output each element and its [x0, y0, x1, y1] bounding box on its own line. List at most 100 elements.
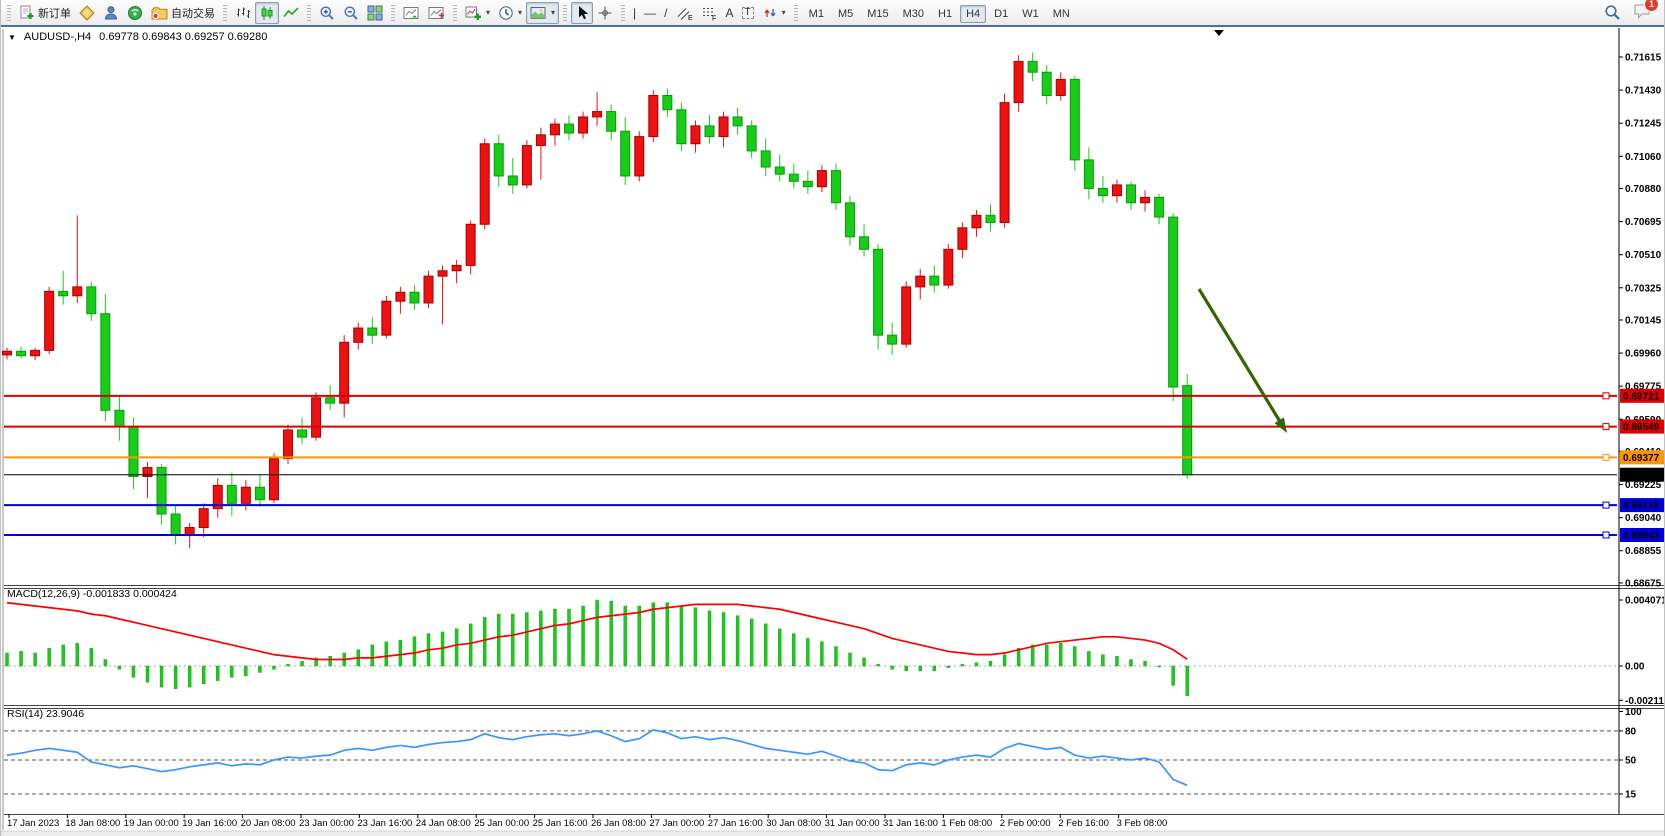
- toolbar-gripper[interactable]: [223, 5, 227, 21]
- candle: [115, 410, 124, 426]
- tf-button-M5[interactable]: M5: [832, 5, 859, 23]
- chat-button[interactable]: 1: [1633, 2, 1652, 24]
- toolbar-right: 1: [1604, 2, 1662, 24]
- hline-handle[interactable]: [1603, 393, 1609, 399]
- macd-histogram-bar: [582, 606, 585, 666]
- hline-handle[interactable]: [1603, 532, 1609, 538]
- bar-chart-icon: [235, 5, 251, 21]
- tf-button-D1[interactable]: D1: [988, 5, 1014, 23]
- crosshair-tool-button[interactable]: [593, 2, 617, 24]
- scroll-position-marker[interactable]: [1214, 30, 1224, 36]
- search-icon[interactable]: [1604, 4, 1621, 21]
- tf-button-W1[interactable]: W1: [1016, 5, 1045, 23]
- toolbar-gripper[interactable]: [391, 5, 395, 21]
- data-window-button[interactable]: [99, 2, 123, 24]
- price-tick-label: 0.71430: [1625, 86, 1662, 97]
- fibonacci-tool-button[interactable]: F: [697, 2, 722, 24]
- annotation-arrow-head[interactable]: [1274, 417, 1287, 433]
- bar-chart-button[interactable]: [231, 2, 255, 24]
- hline-handle[interactable]: [1603, 454, 1609, 460]
- toolbar-gripper[interactable]: [621, 5, 625, 21]
- macd-histogram-bar: [863, 658, 866, 666]
- price-tick-label: 0.70695: [1625, 217, 1662, 228]
- candle: [410, 292, 419, 303]
- price-badge-label: 0.69280: [1623, 470, 1660, 481]
- macd-histogram-bar: [62, 645, 65, 666]
- zoom-out-button[interactable]: [339, 2, 363, 24]
- toolbar-gripper[interactable]: [7, 5, 11, 21]
- text-tool-button[interactable]: A: [722, 2, 738, 24]
- indicators-button[interactable]: ▾: [461, 2, 494, 24]
- templates-button[interactable]: ▾: [526, 2, 559, 24]
- channel-tool-button[interactable]: E: [672, 2, 697, 24]
- toolbar-gripper[interactable]: [453, 5, 457, 21]
- candle: [831, 171, 840, 203]
- candle: [312, 398, 321, 437]
- annotation-arrow-line[interactable]: [1199, 289, 1281, 423]
- candle: [1169, 217, 1178, 387]
- vertical-line-tool-button[interactable]: |: [629, 2, 640, 24]
- candle: [508, 176, 517, 185]
- candlestick-chart-button[interactable]: [255, 2, 279, 24]
- candle: [775, 167, 784, 174]
- macd-histogram-bar: [230, 666, 233, 677]
- macd-histogram-bar: [385, 642, 388, 666]
- auto-scroll-icon: [403, 5, 420, 21]
- zoom-in-button[interactable]: [315, 2, 339, 24]
- macd-histogram-bar: [1172, 666, 1175, 685]
- tf-button-H4[interactable]: H4: [960, 5, 986, 23]
- candle: [986, 215, 995, 222]
- date-label: 1 Feb 08:00: [941, 818, 992, 829]
- macd-histogram-bar: [1003, 655, 1006, 666]
- macd-histogram-bar: [90, 648, 93, 666]
- tf-button-MN[interactable]: MN: [1047, 5, 1076, 23]
- trendline-tool-button[interactable]: /: [660, 2, 671, 24]
- hline-handle[interactable]: [1603, 502, 1609, 508]
- cursor-tool-button[interactable]: [571, 2, 593, 24]
- periods-button[interactable]: ▾: [494, 2, 526, 24]
- macd-histogram-bar: [160, 666, 163, 687]
- hline-handle[interactable]: [1603, 424, 1609, 430]
- tf-button-M15[interactable]: M15: [861, 5, 894, 23]
- tf-button-M30[interactable]: M30: [897, 5, 930, 23]
- horizontal-line-tool-button[interactable]: —: [640, 2, 660, 24]
- chart-area[interactable]: 0.716150.714300.712450.710600.708800.706…: [1, 27, 1664, 836]
- macd-histogram-bar: [1087, 651, 1090, 666]
- line-chart-button[interactable]: [279, 2, 303, 24]
- arrows-tool-button[interactable]: ▾: [758, 2, 790, 24]
- auto-scroll-button[interactable]: [399, 2, 424, 24]
- candle: [326, 398, 335, 403]
- macd-histogram-bar: [371, 645, 374, 666]
- candle: [1084, 160, 1093, 189]
- market-watch-button[interactable]: [75, 2, 99, 24]
- toolbar-gripper[interactable]: [563, 5, 567, 21]
- candle: [719, 117, 728, 137]
- strategy-tester-button[interactable]: [123, 2, 147, 24]
- new-order-button[interactable]: 新订单: [15, 2, 75, 24]
- macd-histogram-bar: [202, 666, 205, 684]
- date-label: 23 Jan 00:00: [299, 818, 354, 829]
- chart-title-symbol: AUDUSD-,H4: [24, 31, 91, 43]
- autotrade-button[interactable]: 自动交易: [147, 2, 219, 24]
- toolbar-gripper[interactable]: [794, 5, 798, 21]
- macd-histogram-bar: [258, 666, 261, 672]
- rsi-tick-label: 50: [1625, 756, 1637, 767]
- price-badge-label: 0.69549: [1623, 422, 1660, 433]
- candle: [972, 215, 981, 228]
- price-tick-label: 0.68855: [1625, 546, 1662, 557]
- toolbar-gripper[interactable]: [307, 5, 311, 21]
- candle: [607, 112, 616, 132]
- macd-histogram-bar: [947, 666, 950, 668]
- candle: [930, 276, 939, 285]
- tf-button-H1[interactable]: H1: [932, 5, 958, 23]
- chart-shift-button[interactable]: [424, 2, 449, 24]
- label-tool-button[interactable]: T: [738, 2, 758, 24]
- symbol-dropdown-icon[interactable]: ▼: [8, 33, 16, 42]
- chart-title: ▼ AUDUSD-,H4 0.69778 0.69843 0.69257 0.6…: [8, 31, 267, 43]
- tf-button-M1[interactable]: M1: [803, 5, 830, 23]
- candle: [1000, 103, 1009, 223]
- candle: [298, 430, 307, 437]
- chart-canvas[interactable]: 0.716150.714300.712450.710600.708800.706…: [1, 27, 1665, 836]
- rsi-tick-label: 100: [1625, 707, 1642, 718]
- tile-windows-button[interactable]: [363, 2, 387, 24]
